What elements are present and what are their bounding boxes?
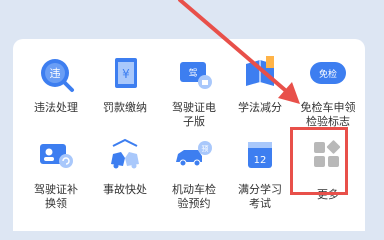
license-reissue-icon [40, 144, 73, 168]
study-deduct-icon [246, 56, 274, 86]
service-inspection-exempt[interactable]: 免检 免检车申领 检验标志 [291, 54, 365, 134]
service-accident[interactable]: 事故快处 [90, 136, 160, 216]
service-label: 违法处理 [34, 101, 78, 114]
highlight-box [290, 127, 348, 195]
service-label: 驾驶证补 换领 [34, 183, 78, 210]
service-label: 满分学习 考试 [238, 183, 282, 210]
service-e-license[interactable]: 驾 驾驶证电 子版 [159, 54, 229, 134]
service-label: 驾驶证电 子版 [172, 101, 216, 128]
service-vehicle-inspection[interactable]: 预 机动车检 验预约 [159, 136, 229, 216]
service-label: 罚款缴纳 [103, 101, 147, 114]
full-score-exam-icon: 12 [248, 142, 272, 168]
service-full-score-exam[interactable]: 12 满分学习 考试 [225, 136, 295, 216]
service-fine-payment[interactable]: ¥ 罚款缴纳 [90, 54, 160, 134]
service-label: 免检车申领 检验标志 [300, 101, 356, 128]
service-label: 学法减分 [238, 101, 282, 114]
service-label: 机动车检 验预约 [172, 183, 216, 210]
traffic-violation-icon: 违 [41, 59, 74, 92]
svg-text:¥: ¥ [122, 67, 130, 81]
inspection-exempt-icon: 免检 [310, 62, 346, 84]
accident-icon [111, 138, 139, 169]
svg-text:驾: 驾 [188, 68, 197, 79]
service-license-reissue[interactable]: 驾驶证补 换领 [21, 136, 91, 216]
service-study-deduct[interactable]: 学法减分 [225, 54, 295, 134]
fine-payment-icon: ¥ [115, 58, 137, 88]
service-panel: 违 违法处理 ¥ 罚款缴纳 驾 驾驶证电 子版 学法减分 免检 免检车申领 检验… [13, 39, 365, 231]
service-traffic-violation[interactable]: 违 违法处理 [21, 54, 91, 134]
svg-text:违: 违 [50, 67, 61, 80]
svg-text:12: 12 [254, 155, 267, 166]
service-label: 事故快处 [103, 183, 147, 196]
e-license-icon: 驾 [180, 62, 212, 89]
svg-text:免检: 免检 [319, 68, 337, 80]
vehicle-inspection-icon: 预 [176, 141, 212, 167]
svg-text:预: 预 [202, 144, 209, 153]
